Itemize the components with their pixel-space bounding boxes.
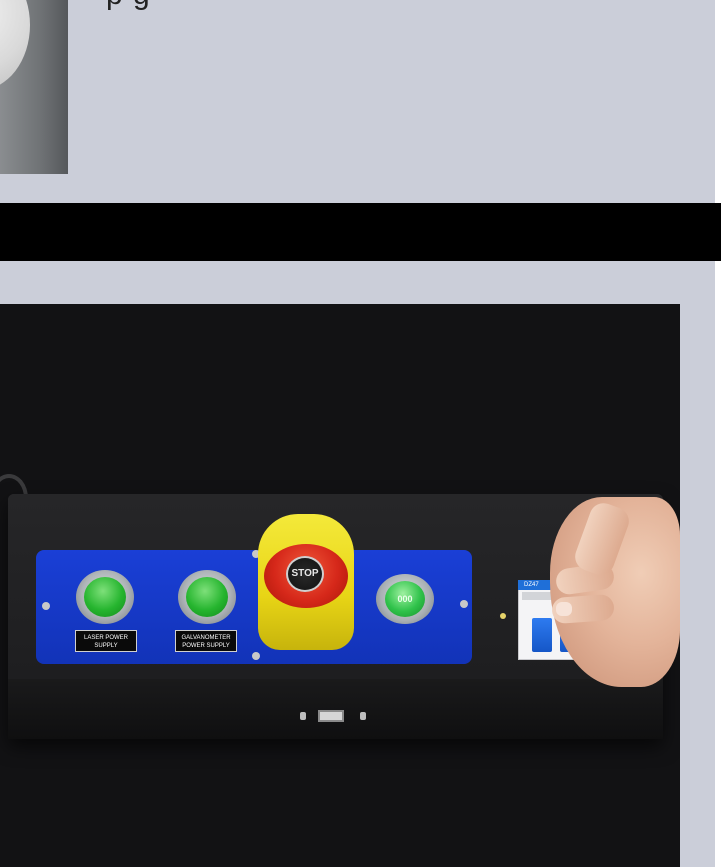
fingernail — [556, 602, 572, 616]
stop-label: STOP — [286, 556, 324, 592]
black-divider-band — [0, 203, 721, 261]
galvanometer-power-label: GALVANOMETER POWER SUPPLY — [175, 630, 237, 652]
breaker-indicator-led — [500, 613, 506, 619]
screw — [252, 652, 260, 660]
right-edge — [715, 261, 721, 867]
indicator-lens: 000 — [385, 581, 425, 617]
laser-power-button[interactable] — [76, 570, 134, 624]
top-cropped-text: p g — [106, 0, 706, 18]
usb-screw — [300, 712, 306, 720]
control-box-front — [8, 679, 663, 739]
usb-screw — [360, 712, 366, 720]
usb-port — [318, 710, 344, 722]
control-panel-photo: LASER POWER SUPPLY GALVANOMETER POWER SU… — [0, 304, 680, 867]
laser-power-label: LASER POWER SUPPLY — [75, 630, 137, 652]
screw — [460, 600, 468, 608]
top-section: p g — [0, 0, 721, 203]
right-edge — [715, 0, 721, 203]
galvanometer-power-button[interactable] — [178, 570, 236, 624]
breaker-switch[interactable] — [532, 618, 552, 652]
top-product-photo — [0, 0, 68, 174]
screw — [42, 602, 50, 610]
white-disc — [0, 0, 30, 90]
